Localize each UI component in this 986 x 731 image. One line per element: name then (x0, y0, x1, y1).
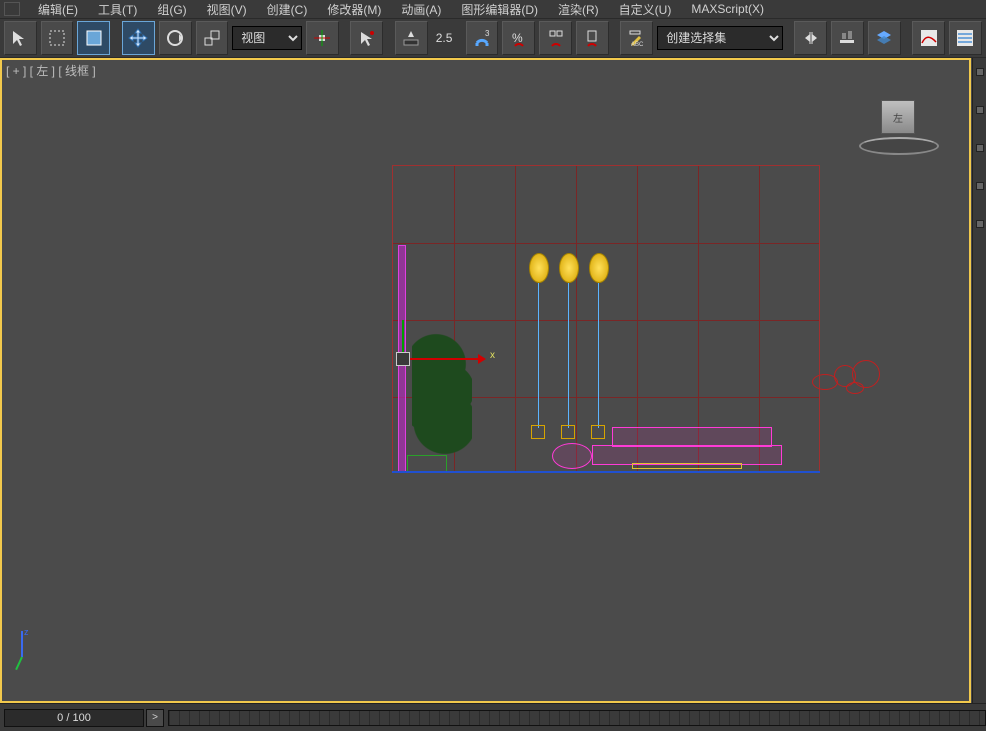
track-bar[interactable] (168, 710, 986, 726)
menu-maxscript[interactable]: MAXScript(X) (681, 1, 774, 17)
cmd-panel-handle-icon[interactable] (976, 68, 984, 76)
menu-create[interactable]: 创建(C) (257, 0, 318, 19)
select-and-scale-button[interactable] (196, 21, 229, 55)
pendant-lamp (527, 253, 551, 287)
use-pivot-center-button[interactable] (306, 21, 339, 55)
menu-group[interactable]: 组(G) (147, 0, 196, 19)
select-region-rect-button[interactable] (41, 21, 74, 55)
axis-z-label: z (24, 627, 29, 637)
pendant-lamp (557, 253, 581, 287)
reference-coord-system-select[interactable]: 视图 (232, 26, 302, 50)
snap-toggle-button[interactable]: 3 (466, 21, 499, 55)
sofa-object (552, 427, 772, 473)
window-crossing-toggle[interactable] (77, 21, 110, 55)
menu-graph-editors[interactable]: 图形编辑器(D) (451, 0, 548, 19)
floor-line (392, 471, 820, 473)
menu-modifiers[interactable]: 修改器(M) (317, 0, 391, 19)
edit-named-selection-button[interactable]: ABC (620, 21, 653, 55)
select-and-rotate-button[interactable] (159, 21, 192, 55)
cmd-panel-handle-icon[interactable] (976, 144, 984, 152)
menu-views[interactable]: 视图(V) (197, 0, 257, 19)
select-and-manipulate-button[interactable] (350, 21, 383, 55)
angle-snap-toggle-button[interactable]: % (502, 21, 535, 55)
named-selection-set-select[interactable]: 创建选择集 (657, 26, 782, 50)
menu-rendering[interactable]: 渲染(R) (548, 0, 609, 19)
cmd-panel-handle-icon[interactable] (976, 220, 984, 228)
mirror-button[interactable] (794, 21, 827, 55)
move-gizmo-icon[interactable]: x (392, 340, 482, 380)
keyboard-shortcut-override-button[interactable] (395, 21, 428, 55)
layer-manager-button[interactable] (868, 21, 901, 55)
menu-edit[interactable]: 编辑(E) (28, 0, 88, 19)
align-button[interactable] (831, 21, 864, 55)
cmd-panel-handle-icon[interactable] (976, 182, 984, 190)
spinner-snap-toggle-button[interactable] (576, 21, 609, 55)
status-bar: 0 / 100 > (0, 703, 986, 731)
menu-tools[interactable]: 工具(T) (88, 0, 147, 19)
step-forward-button[interactable]: > (146, 709, 164, 727)
curve-editor-button[interactable] (912, 21, 945, 55)
left-viewport[interactable]: [ + ] [ 左 ] [ 线框 ] 左 z (0, 58, 971, 703)
axis-tripod-icon: z (14, 631, 34, 671)
percent-snap-toggle-button[interactable] (539, 21, 572, 55)
menu-bar: 编辑(E) 工具(T) 组(G) 视图(V) 创建(C) 修改器(M) 动画(A… (0, 0, 986, 18)
menu-customize[interactable]: 自定义(U) (609, 0, 682, 19)
main-toolbar: 视图 2.5 3 % ABC 创建选择集 (0, 18, 986, 58)
viewport-area: [ + ] [ 左 ] [ 线框 ] 左 z (0, 58, 986, 703)
time-slider[interactable]: 0 / 100 (4, 709, 144, 727)
viewport-label[interactable]: [ + ] [ 左 ] [ 线框 ] (6, 62, 96, 79)
svg-text:%: % (512, 31, 523, 45)
svg-text:3: 3 (485, 29, 490, 38)
svg-text:ABC: ABC (631, 42, 644, 48)
select-object-button[interactable] (4, 21, 37, 55)
view-cube[interactable]: 左 (859, 100, 939, 155)
view-cube-face[interactable]: 左 (881, 100, 915, 134)
schematic-view-button[interactable] (949, 21, 982, 55)
snap-spinner-value[interactable]: 2.5 (432, 24, 462, 52)
gizmo-x-label: x (490, 350, 495, 361)
select-and-move-button[interactable] (122, 21, 155, 55)
scene-wireframe: x (392, 165, 822, 475)
pendant-lamp (587, 253, 611, 287)
side-lamp-object (812, 360, 892, 400)
menu-animation[interactable]: 动画(A) (391, 0, 451, 19)
command-panel-strip[interactable] (972, 58, 986, 703)
app-logo-icon[interactable] (4, 2, 20, 16)
cmd-panel-handle-icon[interactable] (976, 106, 984, 114)
view-cube-ring-icon[interactable] (859, 137, 939, 155)
